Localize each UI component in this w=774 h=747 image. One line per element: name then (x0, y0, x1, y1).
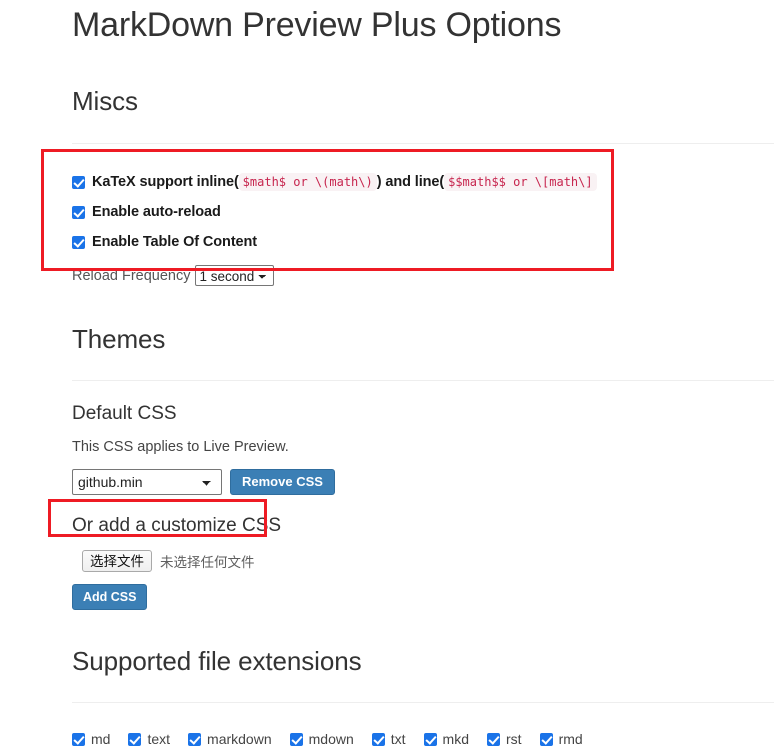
default-css-controls: github.min Remove CSS (72, 469, 770, 495)
katex-block-code: $$math$$ or \[math\] (444, 173, 597, 191)
extension-item-rmd[interactable]: rmd (539, 731, 583, 747)
divider-extensions (72, 702, 774, 703)
extension-item-txt[interactable]: txt (371, 731, 406, 747)
add-css-row: Add CSS (72, 584, 770, 610)
section-heading-themes: Themes (72, 324, 166, 354)
section-heading-miscs: Miscs (72, 86, 138, 116)
file-selection-status: 未选择任何文件 (160, 555, 255, 570)
extension-item-mdown[interactable]: mdown (289, 731, 354, 747)
extension-label-md: md (91, 731, 111, 747)
extensions-list: md text markdown mdown txt mkd rst rmd (72, 731, 770, 747)
auto-reload-checkbox[interactable] (72, 205, 85, 219)
page-content: MarkDown Preview Plus Options Miscs KaTe… (0, 0, 774, 747)
reload-frequency-select[interactable]: 1 second (194, 265, 274, 286)
extension-item-md[interactable]: md (72, 731, 110, 747)
table-of-content-label: Enable Table Of Content (92, 234, 257, 250)
custom-css-file-input[interactable]: 选择文件 未选择任何文件 (82, 550, 255, 572)
extension-checkbox-rmd[interactable] (539, 732, 553, 746)
option-row-katex[interactable]: KaTeX support inline($math$ or \(math\))… (72, 173, 770, 191)
katex-label-pre: KaTeX support inline( (92, 174, 239, 190)
katex-support-checkbox[interactable] (72, 175, 85, 189)
extension-checkbox-txt[interactable] (371, 732, 385, 746)
page-title: MarkDown Preview Plus Options (72, 6, 562, 44)
katex-label-mid: ) and line( (376, 174, 445, 190)
extension-checkbox-mdown[interactable] (289, 732, 303, 746)
katex-inline-code: $math$ or \(math\) (238, 173, 377, 191)
extension-label-markdown: markdown (207, 731, 272, 747)
option-row-table-of-content[interactable]: Enable Table Of Content (72, 233, 770, 251)
add-css-button[interactable]: Add CSS (72, 584, 148, 610)
miscs-options-group: KaTeX support inline($math$ or \(math\))… (72, 173, 770, 286)
reload-frequency-label: Reload Frequency (72, 267, 191, 284)
extension-label-txt: txt (390, 731, 406, 747)
option-row-auto-reload[interactable]: Enable auto-reload (72, 203, 770, 221)
customize-css-title: Or add a customize CSS (72, 515, 282, 536)
extension-checkbox-text[interactable] (128, 732, 142, 746)
choose-file-button[interactable]: 选择文件 (82, 550, 152, 572)
default-css-title: Default CSS (72, 403, 177, 424)
default-css-select[interactable]: github.min (72, 469, 222, 495)
extension-label-rst: rst (506, 731, 522, 747)
extension-label-text: text (147, 731, 171, 747)
options-page: MarkDown Preview Plus Options Miscs KaTe… (0, 0, 774, 747)
katex-support-label: KaTeX support inline($math$ or \(math\))… (92, 173, 597, 191)
extension-label-rmd: rmd (558, 731, 583, 747)
remove-css-button[interactable]: Remove CSS (230, 469, 335, 495)
divider-themes (72, 380, 774, 381)
section-heading-extensions: Supported file extensions (72, 646, 362, 676)
extension-item-mkd[interactable]: mkd (423, 731, 469, 747)
extension-item-rst[interactable]: rst (487, 731, 522, 747)
extension-item-markdown[interactable]: markdown (188, 731, 272, 747)
extension-label-mkd: mkd (442, 731, 469, 747)
table-of-content-checkbox[interactable] (72, 235, 85, 249)
extension-checkbox-mkd[interactable] (423, 732, 437, 746)
reload-frequency-row: Reload Frequency 1 second (72, 265, 770, 286)
extension-checkbox-md[interactable] (72, 732, 85, 746)
auto-reload-label: Enable auto-reload (92, 204, 221, 220)
extension-checkbox-rst[interactable] (487, 732, 500, 746)
divider-miscs (72, 143, 774, 144)
default-css-description: This CSS applies to Live Preview. (72, 439, 289, 455)
extension-label-mdown: mdown (308, 731, 354, 747)
extension-checkbox-markdown[interactable] (188, 732, 202, 746)
extension-item-text[interactable]: text (128, 731, 170, 747)
